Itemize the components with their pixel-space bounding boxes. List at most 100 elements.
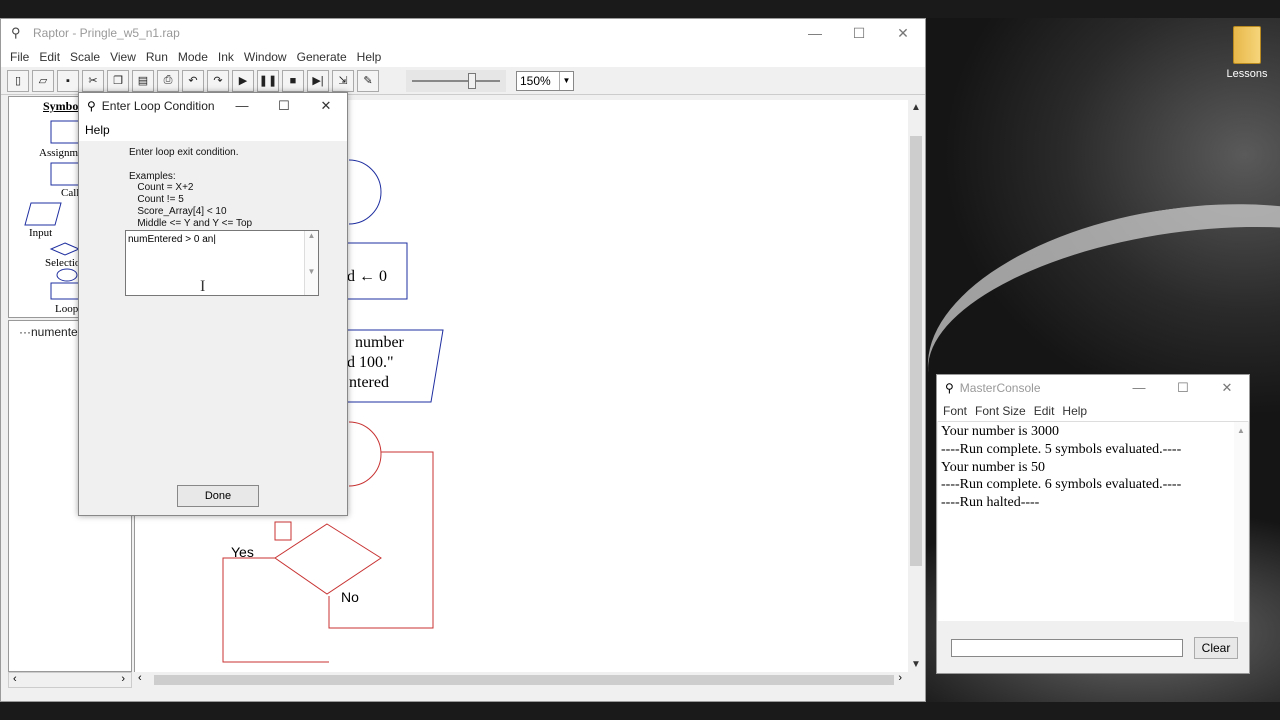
console-output: Your number is 3000 ----Run complete. 5 …	[938, 421, 1248, 622]
step-icon[interactable]: ▶|	[307, 69, 329, 92]
input-symbol-icon	[24, 202, 62, 226]
console-scrollbar[interactable]: ▲	[1234, 422, 1248, 622]
palette-item-call[interactable]: Call	[61, 187, 79, 199]
loop-body-icon	[50, 282, 82, 300]
console-line: ----Run complete. 5 symbols evaluated.--…	[941, 441, 1182, 457]
assignment-text: d ← 0	[347, 268, 387, 285]
step-into-icon[interactable]: ⇲	[332, 69, 354, 92]
zoom-value: 150%	[520, 73, 551, 88]
console-maximize-button[interactable]: ☐	[1161, 380, 1205, 396]
play-icon[interactable]: ▶	[232, 69, 254, 92]
menu-scale[interactable]: Scale	[65, 50, 105, 64]
zoom-select[interactable]: 150% ▼	[516, 70, 574, 91]
minimize-button[interactable]: —	[793, 19, 837, 47]
scrollbar-thumb[interactable]	[910, 136, 922, 566]
toolbar: ▯ ▱ ▪ ✂ ❐ ▤ ⎙ ↶ ↷ ▶ ❚❚ ■ ▶| ⇲ ✎ 150% ▼	[1, 67, 925, 95]
console-menu-help[interactable]: Help	[1058, 404, 1091, 418]
slider-thumb[interactable]	[468, 72, 476, 89]
menu-ink[interactable]: Ink	[213, 50, 239, 64]
dialog-instructions: Enter loop exit condition. Examples: Cou…	[129, 147, 253, 229]
new-file-icon[interactable]: ▯	[7, 69, 29, 92]
loop-condition-text: numEntered > 0 an	[128, 234, 214, 245]
console-minimize-button[interactable]: —	[1117, 380, 1161, 396]
loop-condition-input[interactable]: numEntered > 0 an| ▲ ▼	[125, 230, 319, 296]
pause-icon[interactable]: ❚❚	[257, 69, 279, 92]
console-titlebar[interactable]: ⚲ MasterConsole — ☐ ✕	[937, 375, 1249, 401]
menu-file[interactable]: File	[5, 50, 34, 64]
menu-generate[interactable]: Generate	[292, 50, 352, 64]
output-text-line3: ntered	[349, 374, 389, 391]
raptor-app-icon: ⚲	[87, 99, 96, 113]
console-close-button[interactable]: ✕	[1205, 380, 1249, 396]
window-title: Raptor - Pringle_w5_n1.rap	[33, 26, 180, 40]
desktop-icon-lessons[interactable]: Lessons	[1216, 26, 1278, 80]
yes-branch-line	[222, 557, 329, 663]
console-line: Your number is 3000	[941, 424, 1059, 439]
print-icon[interactable]: ⎙	[157, 69, 179, 92]
menu-mode[interactable]: Mode	[173, 50, 213, 64]
dialog-title: Enter Loop Condition	[101, 99, 215, 113]
chevron-down-icon[interactable]: ▼	[559, 71, 573, 90]
menu-bar: File Edit Scale View Run Mode Ink Window…	[1, 47, 925, 67]
scroll-right-icon[interactable]: ›	[121, 673, 125, 685]
canvas-horizontal-scrollbar[interactable]: ‹ ›	[134, 672, 908, 688]
dialog-menu-help[interactable]: Help	[85, 123, 110, 137]
console-menu-font-size[interactable]: Font Size	[971, 404, 1030, 418]
console-line: ----Run complete. 6 symbols evaluated.--…	[941, 477, 1182, 493]
stop-icon[interactable]: ■	[282, 69, 304, 92]
variables-scrollbar[interactable]: ‹ ›	[8, 672, 132, 688]
raptor-app-icon: ⚲	[11, 25, 21, 40]
close-button[interactable]: ✕	[881, 19, 925, 47]
copy-icon[interactable]: ❐	[107, 69, 129, 92]
menu-window[interactable]: Window	[239, 50, 292, 64]
save-icon[interactable]: ▪	[57, 69, 79, 92]
start-oval	[348, 159, 382, 225]
console-line: Your number is 50	[941, 459, 1045, 475]
console-line: ----Run halted----	[941, 495, 1040, 511]
selection-symbol-icon	[49, 242, 81, 256]
console-input[interactable]	[951, 639, 1183, 657]
palette-item-loop[interactable]: Loop	[55, 303, 78, 315]
open-folder-icon[interactable]: ▱	[32, 69, 54, 92]
folder-icon	[1233, 26, 1261, 64]
dialog-menu-bar: Help	[79, 119, 347, 141]
desktop-icon-label: Lessons	[1226, 68, 1268, 80]
console-menu-bar: Font Font Size Edit Help	[937, 401, 1249, 421]
maximize-button[interactable]: ☐	[837, 19, 881, 47]
paste-icon[interactable]: ▤	[132, 69, 154, 92]
menu-run[interactable]: Run	[141, 50, 173, 64]
dialog-titlebar[interactable]: ⚲ Enter Loop Condition — ☐ ✕	[79, 93, 347, 119]
console-menu-font[interactable]: Font	[939, 404, 971, 418]
menu-help[interactable]: Help	[352, 50, 387, 64]
yes-label: Yes	[231, 544, 254, 560]
undo-icon[interactable]: ↶	[182, 69, 204, 92]
scroll-right-icon[interactable]: ›	[898, 672, 902, 684]
scroll-down-icon[interactable]: ▼	[911, 659, 921, 670]
raptor-titlebar[interactable]: ⚲ Raptor - Pringle_w5_n1.rap — ☐ ✕	[1, 19, 925, 47]
output-text-line1: number	[355, 334, 404, 351]
enter-loop-condition-dialog: ⚲ Enter Loop Condition — ☐ ✕ Help Enter …	[78, 92, 348, 516]
dialog-close-button[interactable]: ✕	[305, 98, 347, 114]
dialog-minimize-button[interactable]: —	[221, 98, 263, 114]
scroll-left-icon[interactable]: ‹	[138, 672, 142, 684]
clear-button[interactable]: Clear	[1194, 637, 1238, 659]
scrollbar-thumb[interactable]	[154, 675, 894, 685]
menu-view[interactable]: View	[105, 50, 141, 64]
console-menu-edit[interactable]: Edit	[1030, 404, 1059, 418]
output-text-line2: d 100."	[347, 354, 394, 371]
palette-item-input[interactable]: Input	[29, 227, 52, 239]
redo-icon[interactable]: ↷	[207, 69, 229, 92]
scroll-up-icon[interactable]: ▲	[911, 102, 921, 113]
loop-oval	[348, 421, 382, 487]
menu-edit[interactable]: Edit	[34, 50, 65, 64]
master-console-window: ⚲ MasterConsole — ☐ ✕ Font Font Size Edi…	[936, 374, 1250, 674]
condition-scrollbar[interactable]: ▲ ▼	[304, 231, 318, 295]
pen-icon[interactable]: ✎	[357, 69, 379, 92]
scroll-left-icon[interactable]: ‹	[13, 673, 17, 685]
canvas-vertical-scrollbar[interactable]: ▲ ▼	[908, 100, 924, 672]
no-label: No	[341, 589, 359, 605]
cut-icon[interactable]: ✂	[82, 69, 104, 92]
done-button[interactable]: Done	[177, 485, 259, 507]
speed-slider[interactable]	[406, 69, 506, 92]
dialog-maximize-button[interactable]: ☐	[263, 98, 305, 114]
